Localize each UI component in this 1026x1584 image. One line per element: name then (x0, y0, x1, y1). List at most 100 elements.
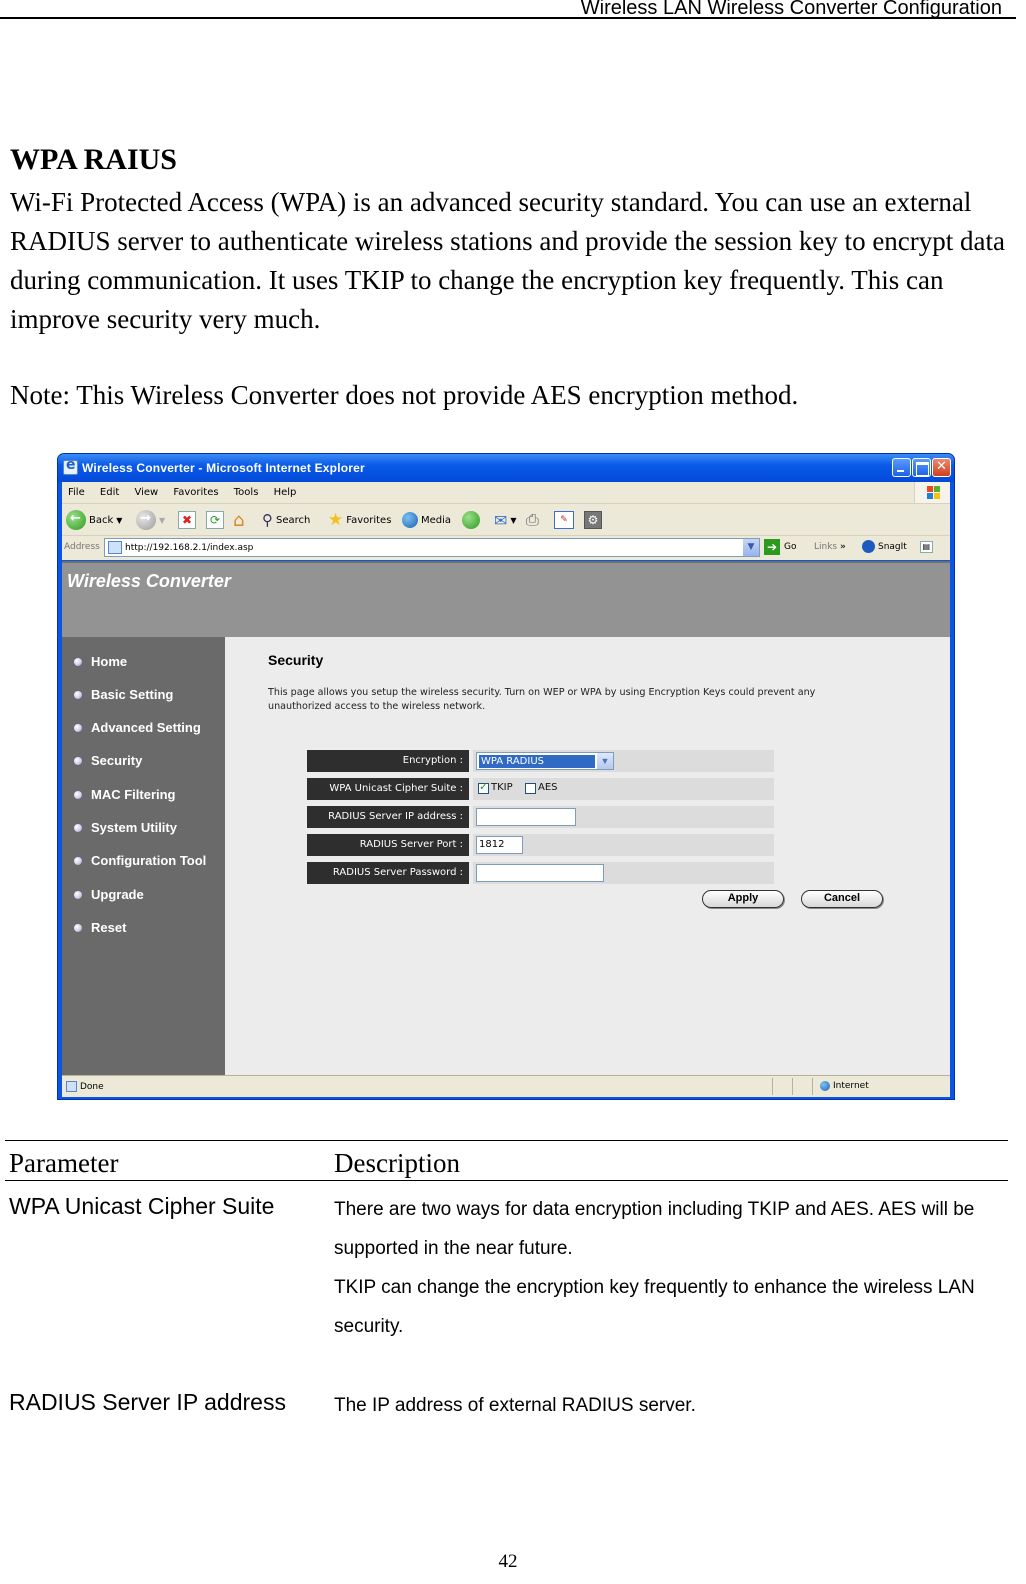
cancel-button[interactable]: Cancel (801, 890, 883, 908)
dropdown-arrow-icon: ▼ (116, 515, 123, 525)
refresh-icon: ⟳ (206, 511, 224, 529)
password-row: RADIUS Server Password : (307, 862, 774, 884)
sidebar: Home Basic Setting Advanced Setting Secu… (62, 637, 225, 1075)
page-number: 42 (498, 1551, 518, 1572)
app-brand: Wireless Converter (67, 571, 231, 591)
search-button[interactable]: ⚲ Search (262, 509, 310, 531)
web-page-viewport: Wireless Converter Home Basic Setting Ad… (62, 561, 950, 1075)
nav-upgrade[interactable]: Upgrade (74, 887, 144, 902)
table-row-description: The IP address of external RADIUS server… (334, 1395, 696, 1416)
ip-address-row: RADIUS Server IP address : (307, 806, 774, 828)
nav-basic-setting[interactable]: Basic Setting (74, 687, 173, 702)
links-button[interactable]: Links » (814, 542, 846, 552)
history-button[interactable] (462, 509, 480, 531)
nav-mac-filtering[interactable]: MAC Filtering (74, 787, 176, 802)
edit-icon: ✎ (554, 511, 574, 529)
status-bar: Done Internet (62, 1075, 950, 1097)
browser-chrome: File Edit View Favorites Tools Help ← Ba… (62, 482, 950, 560)
status-separator (792, 1078, 793, 1095)
bullet-icon (74, 823, 82, 832)
print-button[interactable]: ⎙ (526, 509, 539, 531)
menu-favorites[interactable]: Favorites (167, 482, 224, 498)
address-bar: Address http://192.168.2.1/index.asp ▼ ➔… (62, 536, 950, 560)
page-header: Wireless LAN Wireless Converter Configur… (0, 0, 1016, 19)
nav-reset[interactable]: Reset (74, 920, 126, 935)
password-label: RADIUS Server Password : (307, 862, 469, 884)
nav-system-utility[interactable]: System Utility (74, 820, 177, 835)
back-button[interactable]: ← Back ▼ (66, 509, 122, 531)
nav-home[interactable]: Home (74, 654, 127, 669)
maximize-icon[interactable] (912, 458, 931, 477)
apply-button[interactable]: Apply (702, 890, 784, 908)
globe-icon (820, 1081, 830, 1091)
table-header-parameter: Parameter (9, 1148, 119, 1178)
menu-tools[interactable]: Tools (228, 482, 265, 498)
port-label: RADIUS Server Port : (307, 834, 469, 856)
mail-button[interactable]: ✉ ▼ (494, 509, 517, 531)
minimize-icon[interactable] (892, 458, 911, 477)
bullet-icon (74, 756, 82, 765)
nav-advanced-setting[interactable]: Advanced Setting (74, 720, 201, 735)
edit-button[interactable]: ✎ (554, 509, 574, 531)
chevron-down-icon[interactable]: ▼ (743, 539, 759, 556)
menu-help[interactable]: Help (268, 482, 303, 498)
menu-file[interactable]: File (62, 482, 91, 498)
window-title: Wireless Converter - Microsoft Internet … (82, 461, 365, 475)
favorites-button[interactable]: ★ Favorites (328, 509, 391, 531)
printer-icon: ⎙ (526, 510, 539, 529)
url-input[interactable]: http://192.168.2.1/index.asp ▼ (104, 538, 760, 557)
media-icon (402, 512, 418, 528)
close-icon[interactable] (932, 458, 951, 477)
bullet-icon (74, 923, 82, 932)
encryption-select[interactable]: WPA RADIUS ▼ (476, 752, 614, 770)
stop-button[interactable]: ✖ (178, 509, 196, 531)
password-input[interactable] (476, 864, 604, 882)
content-heading: Security (268, 652, 324, 668)
star-icon: ★ (328, 510, 344, 530)
forward-button[interactable]: → ▼ (136, 509, 165, 531)
nav-security[interactable]: Security (74, 753, 142, 768)
table-header-rule (5, 1180, 1008, 1181)
dropdown-arrow-icon: ▼ (510, 515, 517, 525)
media-button[interactable]: Media (402, 509, 451, 531)
page-icon (108, 541, 122, 554)
search-icon: ⚲ (262, 511, 273, 529)
nav-configuration-tool[interactable]: Configuration Tool (74, 853, 206, 868)
menu-edit[interactable]: Edit (94, 482, 125, 498)
cipher-suite-label: WPA Unicast Cipher Suite : (307, 778, 469, 800)
messenger-button[interactable]: ⚙ (584, 509, 602, 531)
stop-icon: ✖ (178, 511, 196, 529)
mail-icon: ✉ (494, 510, 508, 530)
messenger-icon: ⚙ (584, 511, 602, 529)
windows-logo-icon (914, 482, 950, 503)
table-row-param-name: WPA Unicast Cipher Suite (9, 1193, 275, 1219)
encryption-row: Encryption : WPA RADIUS ▼ (307, 750, 774, 772)
home-button[interactable]: ⌂ (233, 509, 244, 531)
table-row-description: There are two ways for data encryption i… (334, 1199, 975, 1337)
go-arrow-icon: ➔ (764, 539, 780, 555)
section-title: WPA RAIUS (10, 143, 177, 176)
bullet-icon (74, 657, 82, 666)
ip-address-input[interactable] (476, 808, 576, 826)
refresh-button[interactable]: ⟳ (206, 509, 224, 531)
aes-label: AES (538, 782, 558, 793)
page-done-icon (66, 1081, 77, 1092)
tkip-checkbox[interactable] (478, 780, 489, 794)
security-zone: Internet (820, 1081, 869, 1091)
chevron-down-icon[interactable]: ▼ (597, 753, 613, 769)
snagit-button[interactable]: SnagIt ▤ (862, 540, 933, 553)
intro-paragraph: Wi-Fi Protected Access (WPA) is an advan… (10, 187, 1005, 334)
ie-icon (63, 457, 78, 475)
back-arrow-icon: ← (66, 510, 86, 530)
bullet-icon (74, 890, 82, 899)
menu-view[interactable]: View (128, 482, 164, 498)
encryption-label: Encryption : (307, 750, 469, 772)
aes-checkbox[interactable] (525, 783, 536, 794)
bullet-icon (74, 790, 82, 799)
history-icon (462, 511, 480, 529)
table-row-param-name: RADIUS Server IP address (9, 1389, 286, 1415)
app-banner: Wireless Converter (62, 561, 950, 637)
go-button[interactable]: ➔ Go (764, 539, 796, 555)
dropdown-arrow-icon: ▼ (159, 515, 166, 525)
port-input[interactable]: 1812 (476, 836, 523, 854)
